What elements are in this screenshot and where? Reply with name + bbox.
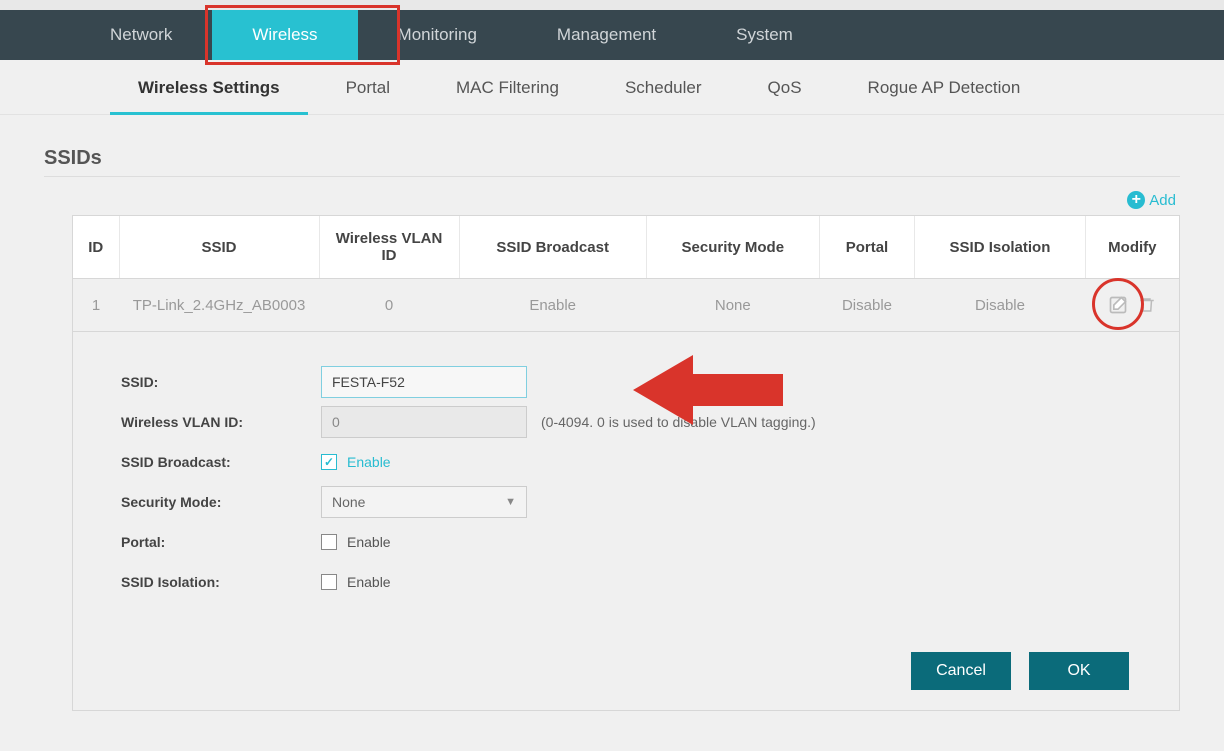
label-ssid: SSID: [121, 374, 321, 390]
cell-security: None [646, 279, 819, 332]
tab-monitoring[interactable]: Monitoring [358, 10, 517, 60]
add-label: Add [1149, 192, 1176, 209]
broadcast-checkbox[interactable] [321, 454, 337, 470]
main-nav: Network Wireless Monitoring Management S… [0, 10, 1224, 60]
label-isolation: SSID Isolation: [121, 574, 321, 590]
label-security: Security Mode: [121, 494, 321, 510]
cell-vlan: 0 [319, 279, 459, 332]
delete-button[interactable] [1138, 296, 1156, 313]
tab-system[interactable]: System [696, 10, 833, 60]
top-spacer [0, 0, 1224, 10]
edit-form-panel: SSID: Wireless VLAN ID: (0-4094. 0 is us… [73, 331, 1179, 710]
vlan-hint: (0-4094. 0 is used to disable VLAN taggi… [541, 414, 816, 430]
portal-checkbox[interactable] [321, 534, 337, 550]
th-isolation: SSID Isolation [915, 216, 1085, 279]
subtab-scheduler[interactable]: Scheduler [597, 60, 730, 115]
isolation-checkbox-label: Enable [347, 574, 391, 590]
sub-nav: Wireless Settings Portal MAC Filtering S… [0, 60, 1224, 115]
cell-modify [1085, 279, 1179, 332]
th-security: Security Mode [646, 216, 819, 279]
chevron-down-icon: ▼ [505, 496, 516, 508]
broadcast-checkbox-label: Enable [347, 454, 391, 470]
tab-network[interactable]: Network [70, 10, 212, 60]
label-portal: Portal: [121, 534, 321, 550]
subtab-qos[interactable]: QoS [740, 60, 830, 115]
cell-portal: Disable [819, 279, 915, 332]
th-portal: Portal [819, 216, 915, 279]
table-header-row: ID SSID Wireless VLAN ID SSID Broadcast … [73, 216, 1179, 279]
cancel-button[interactable]: Cancel [911, 652, 1011, 690]
edit-button[interactable] [1108, 295, 1128, 315]
security-mode-value: None [332, 494, 365, 510]
subtab-mac-filtering[interactable]: MAC Filtering [428, 60, 587, 115]
cell-isolation: Disable [915, 279, 1085, 332]
th-broadcast: SSID Broadcast [459, 216, 646, 279]
th-modify: Modify [1085, 216, 1179, 279]
vlan-input[interactable] [321, 406, 527, 438]
table-row: 1 TP-Link_2.4GHz_AB0003 0 Enable None Di… [73, 279, 1179, 332]
security-mode-select[interactable]: None ▼ [321, 486, 527, 518]
cell-id: 1 [73, 279, 119, 332]
cell-ssid: TP-Link_2.4GHz_AB0003 [119, 279, 319, 332]
add-row: + Add [44, 191, 1180, 209]
edit-icon [1108, 295, 1128, 315]
label-vlan: Wireless VLAN ID: [121, 414, 321, 430]
th-ssid: SSID [119, 216, 319, 279]
button-row: Cancel OK [121, 652, 1139, 690]
divider [44, 176, 1180, 177]
plus-icon: + [1127, 191, 1145, 209]
th-id: ID [73, 216, 119, 279]
trash-icon [1138, 296, 1156, 314]
portal-checkbox-label: Enable [347, 534, 391, 550]
ssid-grid: ID SSID Wireless VLAN ID SSID Broadcast … [72, 215, 1180, 711]
label-broadcast: SSID Broadcast: [121, 454, 321, 470]
subtab-rogue-ap[interactable]: Rogue AP Detection [840, 60, 1049, 115]
tab-management[interactable]: Management [517, 10, 696, 60]
section-title: SSIDs [44, 147, 1180, 170]
isolation-checkbox[interactable] [321, 574, 337, 590]
subtab-portal[interactable]: Portal [318, 60, 418, 115]
tab-wireless[interactable]: Wireless [212, 10, 357, 60]
content-area: SSIDs + Add ID SSID Wireless VLAN ID SSI… [0, 115, 1224, 751]
th-vlan: Wireless VLAN ID [319, 216, 459, 279]
cell-broadcast: Enable [459, 279, 646, 332]
add-button[interactable]: + Add [1127, 191, 1176, 209]
ssid-input[interactable] [321, 366, 527, 398]
subtab-wireless-settings[interactable]: Wireless Settings [110, 60, 308, 115]
ok-button[interactable]: OK [1029, 652, 1129, 690]
